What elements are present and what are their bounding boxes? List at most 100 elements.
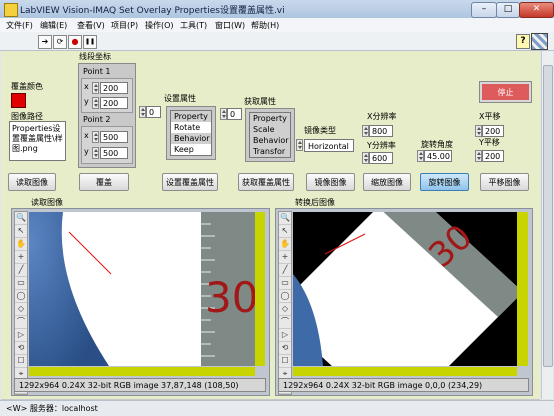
point1-x-spinner[interactable] (92, 82, 99, 94)
mirror-type-label: 镜像类型 (304, 126, 336, 135)
image-path-field[interactable]: Properties设置覆盖属性\样图.png (9, 121, 66, 161)
left-image-view[interactable]: 30 (29, 212, 255, 366)
menu-view[interactable]: 查看(V) (77, 20, 105, 31)
menu-tools[interactable]: 工具(T) (180, 20, 207, 31)
scale-image-button[interactable]: 缩放图像 (363, 173, 411, 191)
point1-x-input[interactable]: 200 (100, 82, 128, 94)
freehand-tool-icon[interactable]: ⌒ (279, 316, 291, 329)
set-props-label: 设置属性 (164, 94, 196, 103)
annulus-tool-icon[interactable]: ☐ (15, 355, 27, 368)
freehand-tool-icon[interactable]: ⌒ (15, 316, 27, 329)
overlay-color-box[interactable] (11, 93, 26, 108)
polygon-tool-icon[interactable]: ◇ (279, 303, 291, 316)
broken-line-tool-icon[interactable]: ▷ (15, 329, 27, 342)
run-continuously-icon[interactable]: ⟳ (53, 35, 67, 49)
point1-y-input[interactable]: 200 (100, 97, 128, 109)
left-image-content: 30 (29, 212, 255, 366)
point2-x-input[interactable]: 500 (100, 131, 128, 143)
y-res-input[interactable]: 600 (369, 152, 393, 164)
get-props-index-spinner[interactable] (220, 108, 227, 120)
y-res-spinner[interactable] (362, 152, 369, 164)
menu-project[interactable]: 项目(P) (111, 20, 138, 31)
rotate-image-button[interactable]: 旋转图像 (420, 173, 469, 191)
status-text: <W> 服务器：localhost (6, 404, 98, 413)
abort-icon[interactable]: ● (68, 35, 82, 49)
rect-tool-icon[interactable]: ▭ (15, 277, 27, 290)
stop-button[interactable]: 停止 (479, 81, 532, 103)
right-image-content: 30 (293, 212, 517, 366)
point2-y-input[interactable]: 500 (100, 147, 128, 159)
panel-vscroll-thumb[interactable] (543, 65, 553, 367)
right-image-vscroll[interactable] (517, 212, 528, 366)
annulus-tool-icon[interactable]: ☐ (279, 355, 291, 368)
oval-tool-icon[interactable]: ◯ (279, 290, 291, 303)
polygon-tool-icon[interactable]: ◇ (15, 303, 27, 316)
line-tool-icon[interactable]: ╱ (279, 264, 291, 277)
panel-vertical-scrollbar[interactable] (541, 51, 553, 399)
pointer-tool-icon[interactable]: ↖ (15, 225, 27, 238)
rect-tool-icon[interactable]: ▭ (279, 277, 291, 290)
broken-line-tool-icon[interactable]: ▷ (279, 329, 291, 342)
x-res-spinner[interactable] (362, 125, 369, 137)
rotate-angle-input[interactable]: 45.00 (424, 150, 452, 162)
right-image-hscroll[interactable] (293, 367, 517, 376)
pointer-tool-icon[interactable]: ↖ (279, 225, 291, 238)
zoom-tool-icon[interactable]: 🔍 (15, 212, 27, 225)
set-overlay-props-button[interactable]: 设置覆盖属性 (162, 173, 218, 191)
menu-window[interactable]: 窗口(W) (215, 20, 245, 31)
menu-edit[interactable]: 编辑(E) (40, 20, 67, 31)
left-image-hscroll[interactable] (29, 367, 255, 376)
set-props-behavior-value[interactable]: Keep (171, 144, 211, 155)
point2-y-spinner[interactable] (92, 147, 99, 159)
get-props-cluster: Property Scale Behavior Transfor (249, 112, 291, 158)
title-bar: LabVIEW Vision-IMAQ Set Overlay Properti… (0, 0, 554, 19)
point1-y-spinner[interactable] (92, 97, 99, 109)
mirror-image-button[interactable]: 镜像图像 (306, 173, 355, 191)
set-props-property-label: Property (171, 111, 211, 122)
get-props-index[interactable]: 0 (227, 108, 242, 120)
set-props-property-value[interactable]: Rotate (171, 122, 211, 133)
line-tool-icon[interactable]: ╱ (15, 264, 27, 277)
shift-image-button[interactable]: 平移图像 (480, 173, 529, 191)
x-shift-spinner[interactable] (475, 125, 482, 137)
pan-tool-icon[interactable]: ✋ (15, 238, 27, 251)
mirror-type-spinner[interactable] (296, 139, 303, 151)
get-overlay-props-button[interactable]: 获取覆盖属性 (238, 173, 294, 191)
x-shift-input[interactable]: 200 (482, 125, 504, 137)
oval-tool-icon[interactable]: ◯ (15, 290, 27, 303)
right-image-view[interactable]: 30 (293, 212, 517, 366)
rotate-angle-spinner[interactable] (417, 150, 424, 162)
point-tool-icon[interactable]: + (15, 251, 27, 264)
set-props-index-spinner[interactable] (139, 106, 146, 118)
y-shift-spinner[interactable] (475, 150, 482, 162)
point2-x-label: x (84, 131, 89, 140)
read-image-button[interactable]: 读取图像 (8, 173, 56, 191)
overlay-button[interactable]: 覆盖 (79, 173, 129, 191)
maximize-button[interactable]: □ (496, 2, 520, 18)
left-image-vscroll[interactable] (255, 212, 265, 366)
menu-help[interactable]: 帮助(H) (251, 20, 279, 31)
pan-tool-icon[interactable]: ✋ (279, 238, 291, 251)
run-arrow-icon[interactable]: ➔ (38, 35, 52, 49)
get-props-property-label: Property (250, 113, 290, 124)
context-help-icon[interactable]: ? (516, 34, 530, 49)
close-button[interactable]: ✕ (519, 2, 554, 18)
menu-operate[interactable]: 操作(O) (145, 20, 174, 31)
y-shift-input[interactable]: 200 (482, 150, 504, 162)
x-res-input[interactable]: 800 (369, 125, 393, 137)
set-props-index[interactable]: 0 (146, 106, 161, 118)
minimize-button[interactable]: – (471, 2, 497, 18)
rotated-rect-tool-icon[interactable]: ⟲ (279, 342, 291, 355)
right-image-frame: 🔍 ↖ ✋ + ╱ ▭ ◯ ◇ ⌒ ▷ ⟲ ☐ ⌖ ✎ 3 (275, 208, 533, 396)
point-tool-icon[interactable]: + (279, 251, 291, 264)
zoom-tool-icon[interactable]: 🔍 (279, 212, 291, 225)
menu-file[interactable]: 文件(F) (6, 20, 33, 31)
point2-cluster: x 500 y 500 (81, 126, 133, 164)
rotated-rect-tool-icon[interactable]: ⟲ (15, 342, 27, 355)
pause-icon[interactable]: ❚❚ (83, 35, 97, 49)
labview-app-icon (4, 3, 18, 17)
point2-x-spinner[interactable] (92, 131, 99, 143)
mirror-type-ring[interactable]: Horizontal (304, 139, 354, 152)
right-image-info: 1292x964 0.24X 32-bit RGB image 0,0,0 (2… (278, 378, 529, 392)
get-props-array: Property Scale Behavior Transfor (245, 108, 295, 162)
